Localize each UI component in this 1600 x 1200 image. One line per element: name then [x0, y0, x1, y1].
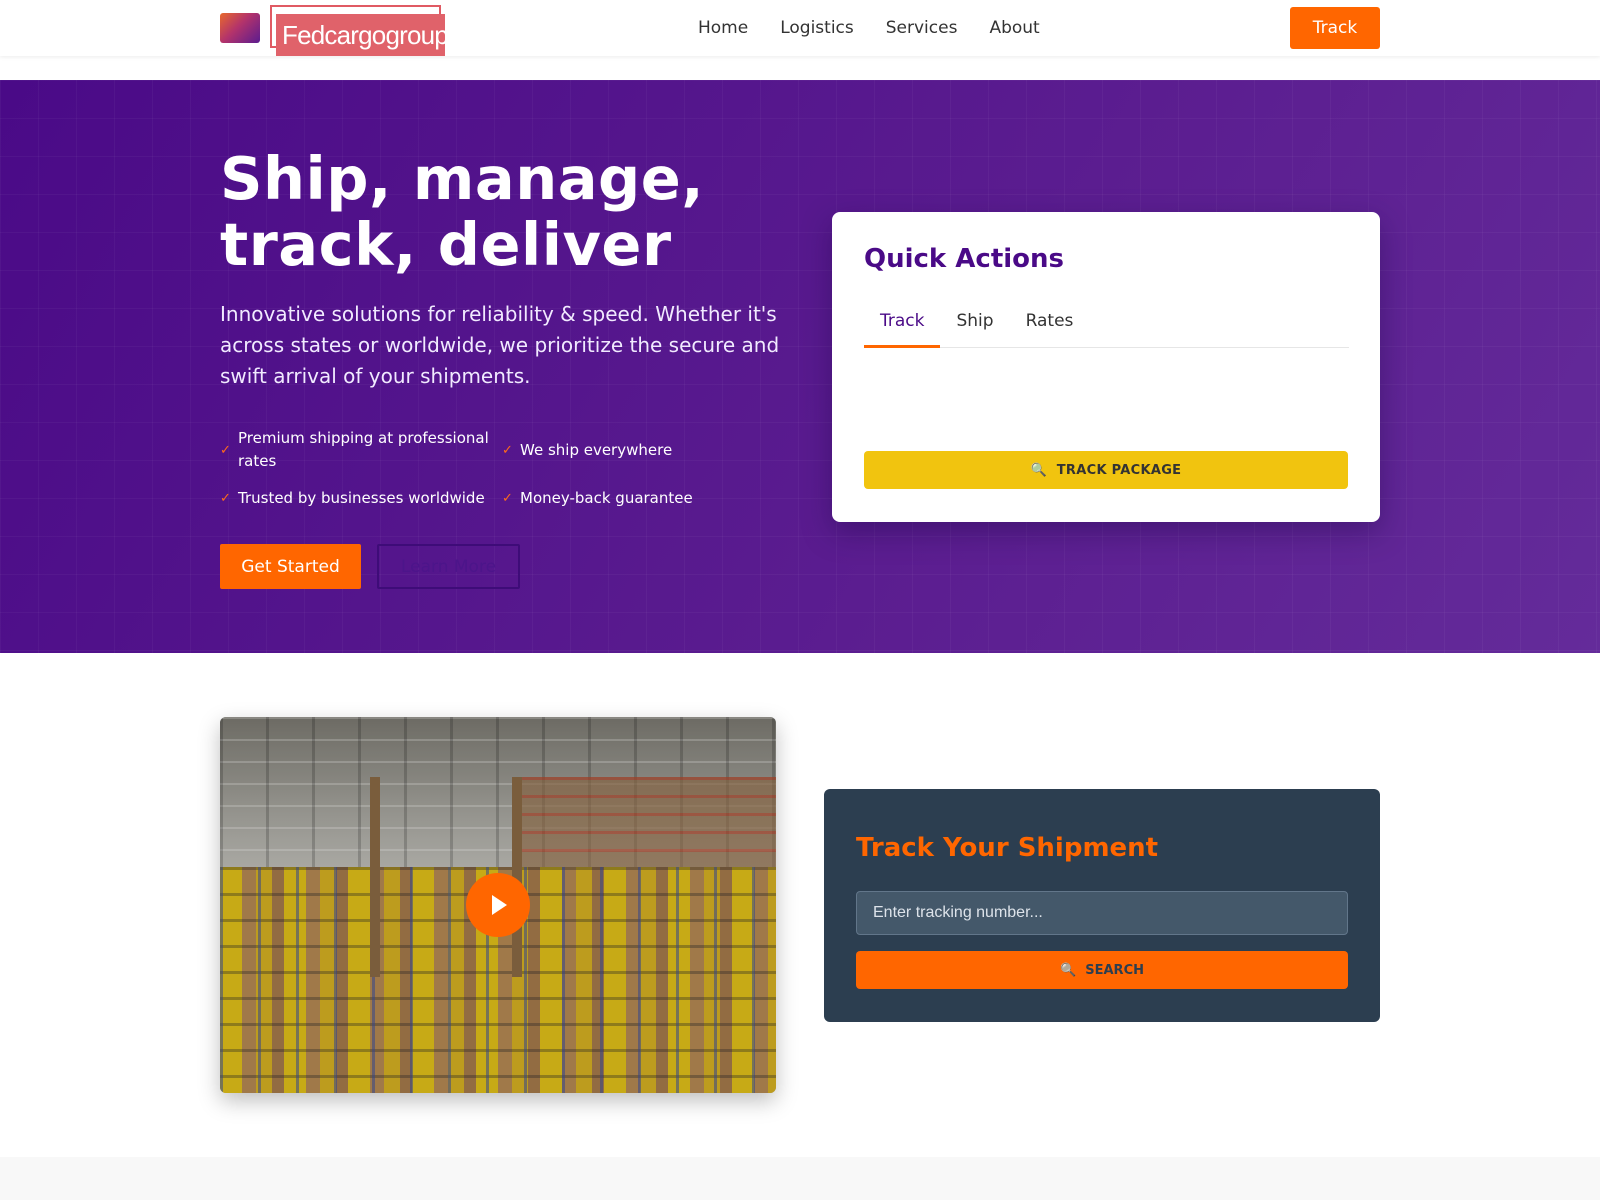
search-button[interactable]: 🔍 SEARCH	[856, 951, 1348, 989]
feature-item: ✓ Premium shipping at professional rates	[220, 427, 502, 473]
get-started-button[interactable]: Get Started	[220, 544, 361, 589]
tab-rates[interactable]: Rates	[1010, 298, 1090, 348]
quick-actions-card: Quick Actions Track Ship Rates 🔍 TRACK P…	[832, 212, 1380, 522]
search-icon: 🔍	[1060, 962, 1077, 978]
feature-text: Money-back guarantee	[520, 489, 693, 507]
feature-text: Trusted by businesses worldwide	[238, 489, 485, 507]
check-icon: ✓	[502, 491, 513, 506]
search-icon: 🔍	[1030, 462, 1048, 478]
check-icon: ✓	[502, 442, 513, 458]
nav-links: Home Logistics Services About	[698, 0, 1040, 56]
track-package-label: TRACK PACKAGE	[1056, 462, 1182, 478]
quick-actions-tabs: Track Ship Rates	[864, 298, 1349, 348]
quick-actions-title: Quick Actions	[864, 244, 1065, 274]
hero-section: Ship, manage, track, deliver Innovative …	[0, 80, 1600, 653]
play-button[interactable]	[466, 873, 530, 937]
track-shipment-card: Track Your Shipment 🔍 SEARCH	[824, 789, 1380, 1022]
track-shipment-title: Track Your Shipment	[856, 833, 1159, 863]
nav-link-home[interactable]: Home	[698, 18, 748, 38]
top-nav: Fedcargogroup Home Logistics Services Ab…	[0, 0, 1600, 56]
play-icon	[492, 895, 507, 915]
learn-more-button[interactable]: Learn More	[377, 544, 520, 589]
hero-title: Ship, manage, track, deliver	[220, 144, 705, 279]
feature-item: ✓ Money-back guarantee	[502, 487, 780, 510]
check-icon: ✓	[220, 491, 231, 506]
warehouse-video[interactable]	[220, 717, 776, 1093]
logo-mark[interactable]	[220, 13, 260, 43]
check-icon: ✓	[220, 442, 231, 458]
next-section	[0, 1157, 1600, 1200]
feature-item: ✓ We ship everywhere	[502, 427, 780, 473]
feature-text: We ship everywhere	[520, 440, 673, 459]
tracking-number-input[interactable]	[856, 891, 1348, 935]
nav-link-services[interactable]: Services	[886, 18, 958, 38]
nav-link-about[interactable]: About	[989, 18, 1039, 38]
brand-name: Fedcargogroup	[276, 14, 445, 56]
feature-item: ✓ Trusted by businesses worldwide	[220, 487, 502, 510]
feature-text: Premium shipping at professional rates	[238, 429, 489, 470]
hero-description: Innovative solutions for reliability & s…	[220, 302, 780, 388]
nav-link-logistics[interactable]: Logistics	[780, 18, 854, 38]
logo[interactable]: Fedcargogroup	[270, 5, 445, 56]
track-package-button[interactable]: 🔍 TRACK PACKAGE	[864, 451, 1348, 489]
tab-track[interactable]: Track	[864, 298, 941, 348]
nav-track-button[interactable]: Track	[1290, 7, 1380, 49]
feature-list: ✓ Premium shipping at professional rates…	[220, 427, 780, 510]
tab-ship[interactable]: Ship	[940, 298, 1009, 348]
search-label: SEARCH	[1085, 962, 1144, 978]
